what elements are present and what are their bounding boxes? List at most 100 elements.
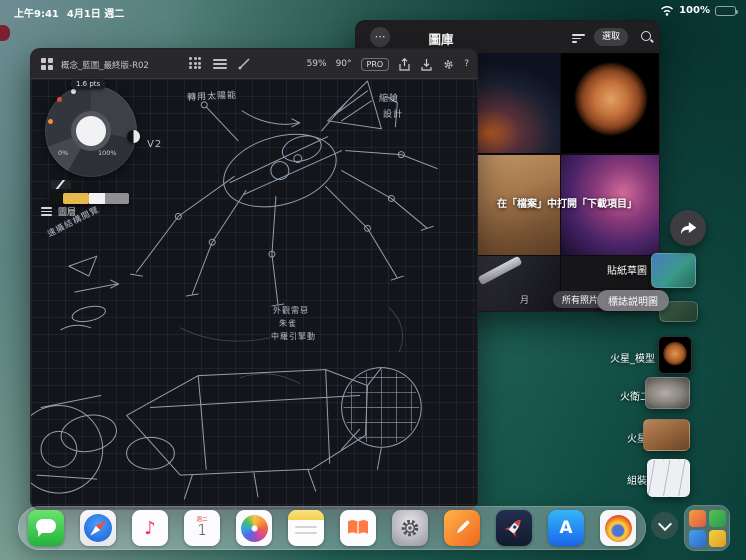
hamburger-icon — [41, 205, 52, 218]
app-library-tile[interactable] — [684, 505, 730, 551]
annotation-note-1: 外觀需惡 — [273, 306, 309, 315]
import-icon[interactable] — [420, 58, 433, 71]
browser-globe-icon — [604, 514, 632, 542]
notes-line — [295, 526, 317, 528]
status-bar: 上午9:41 4月1日 週二 100% — [0, 0, 746, 20]
mini-app-blue — [688, 529, 706, 547]
dock-app-rocket[interactable] — [496, 510, 532, 546]
dock-app-settings[interactable] — [392, 510, 428, 546]
mini-app-yellow — [708, 529, 726, 547]
pro-badge[interactable]: PRO — [360, 57, 390, 71]
swatch-yellow-selected[interactable] — [63, 193, 89, 204]
dock-app-sketch[interactable] — [444, 510, 480, 546]
drag-thumb-assembly[interactable] — [647, 459, 690, 497]
more-options-button[interactable]: ⋯ — [370, 27, 390, 47]
tab-month[interactable]: 月 — [520, 293, 529, 306]
zoom-level[interactable]: 59% — [307, 59, 327, 69]
dock-app-calendar[interactable]: 週二 1 — [184, 510, 220, 546]
ipad-screen: 上午9:41 4月1日 週二 100% ⋯ 圖庫 選取 在「檔案」中打開「下載項… — [0, 0, 746, 560]
precision-grid-icon[interactable] — [189, 57, 203, 71]
brush-size-label: 1.6 pts — [70, 79, 107, 89]
gallery-icon[interactable] — [41, 58, 53, 70]
music-note-icon: ♪ — [144, 517, 156, 539]
dock-app-music[interactable]: ♪ — [132, 510, 168, 546]
battery-icon — [715, 5, 738, 16]
help-button[interactable]: ? — [464, 59, 469, 69]
drag-label-sticker[interactable]: 貼紙草圖 — [575, 262, 647, 277]
annotation-note-3: 中羅引擎動 — [271, 332, 316, 341]
drag-badge-logo-diagram[interactable]: 標誌説明圖 — [597, 290, 669, 311]
clock: 上午9:41 — [14, 9, 59, 20]
drag-thumb-sticker[interactable] — [651, 253, 696, 288]
concepts-window: 概念_藍圖_最終版-R02 59% 90° PRO ? 轉用太陽能 縮艙 設計 … — [30, 48, 478, 510]
rocket-icon — [504, 520, 521, 537]
drag-label-assembly[interactable]: 組裝 — [585, 472, 647, 487]
open-book-icon — [348, 520, 368, 535]
dock-app-messages[interactable] — [28, 510, 64, 546]
share-export-icon[interactable] — [398, 57, 411, 71]
speech-bubble-icon — [36, 519, 56, 537]
annotation-cabin-1: 縮艙 — [379, 94, 400, 104]
dock-app-browser[interactable] — [600, 510, 636, 546]
dock: ♪ 週二 1 A — [18, 506, 646, 550]
drag-thumb-deimos[interactable] — [645, 377, 690, 409]
edge-indicator — [0, 25, 10, 41]
mini-app-orange — [688, 509, 706, 527]
compass-icon — [84, 514, 112, 542]
drag-label-deimos[interactable]: 火衛二 — [585, 388, 650, 403]
battery-percent: 100% — [679, 5, 710, 16]
calendar-day: 1 — [197, 521, 207, 539]
rotation-value[interactable]: 90° — [336, 59, 352, 69]
list-icon[interactable] — [213, 57, 227, 71]
layers-label: 圖層 — [58, 208, 77, 218]
swatch-gray[interactable] — [105, 193, 129, 204]
layers-button[interactable]: 圖層 — [41, 205, 76, 218]
dock-app-photos[interactable] — [236, 510, 272, 546]
notes-header-icon — [288, 510, 324, 520]
concepts-toolbar: 概念_藍圖_最終版-R02 59% 90° PRO ? — [31, 49, 477, 79]
dock-app-books[interactable] — [340, 510, 376, 546]
filter-icon[interactable] — [572, 32, 585, 45]
flower-icon — [240, 514, 268, 542]
drag-label-mars-model[interactable]: 火星_模型 — [585, 350, 655, 365]
color-palette-bar — [49, 193, 129, 204]
swatch-white[interactable] — [89, 193, 105, 204]
wifi-icon — [661, 6, 674, 16]
gear-icon — [401, 519, 419, 537]
forward-arrow-icon — [680, 222, 697, 235]
annotation-version: V2 — [147, 139, 163, 150]
drag-hint-toast: 在「檔案」中打開「下載項目」 — [497, 199, 637, 210]
search-icon[interactable] — [640, 30, 654, 44]
appstore-a-icon: A — [559, 518, 573, 538]
brush-tool-wheel[interactable]: 1.6 pts 0% 100% — [45, 79, 140, 177]
red-color-dot[interactable] — [57, 97, 62, 102]
blend-mode-icon[interactable] — [127, 130, 140, 143]
dock-app-safari[interactable] — [80, 510, 116, 546]
settings-gear-icon[interactable] — [442, 58, 455, 71]
date: 4月1日 週二 — [66, 9, 125, 20]
annotation-cabin-2: 設計 — [383, 110, 404, 120]
drag-thumb-mars-model[interactable] — [658, 336, 692, 374]
swatch-black[interactable] — [49, 193, 63, 204]
notes-line — [295, 532, 317, 534]
pen-icon[interactable] — [237, 57, 251, 71]
annotation-solar: 轉用太陽能 — [186, 90, 238, 104]
dock-collapse-chevron[interactable] — [651, 512, 678, 539]
annotation-note-2: 朱雀 — [279, 319, 297, 328]
photos-title: 圖庫 — [428, 32, 454, 47]
select-button[interactable]: 選取 — [594, 28, 629, 46]
opacity-max-label: 100% — [98, 149, 117, 157]
drag-thumb-mars[interactable] — [643, 419, 690, 451]
pencil-icon — [456, 520, 470, 534]
active-tool-chip[interactable] — [51, 180, 71, 189]
photo-thumb-mars-planet[interactable] — [561, 53, 659, 153]
opacity-min-label: 0% — [58, 149, 69, 157]
orange-color-dot[interactable] — [48, 119, 53, 124]
white-color-dot[interactable] — [71, 89, 76, 94]
share-forward-button[interactable] — [670, 210, 706, 246]
active-color-swatch[interactable] — [76, 116, 106, 146]
mini-app-green — [708, 509, 726, 527]
drag-label-mars[interactable]: 火星 — [585, 430, 647, 445]
dock-app-appstore[interactable]: A — [548, 510, 584, 546]
dock-app-notes[interactable] — [288, 510, 324, 546]
